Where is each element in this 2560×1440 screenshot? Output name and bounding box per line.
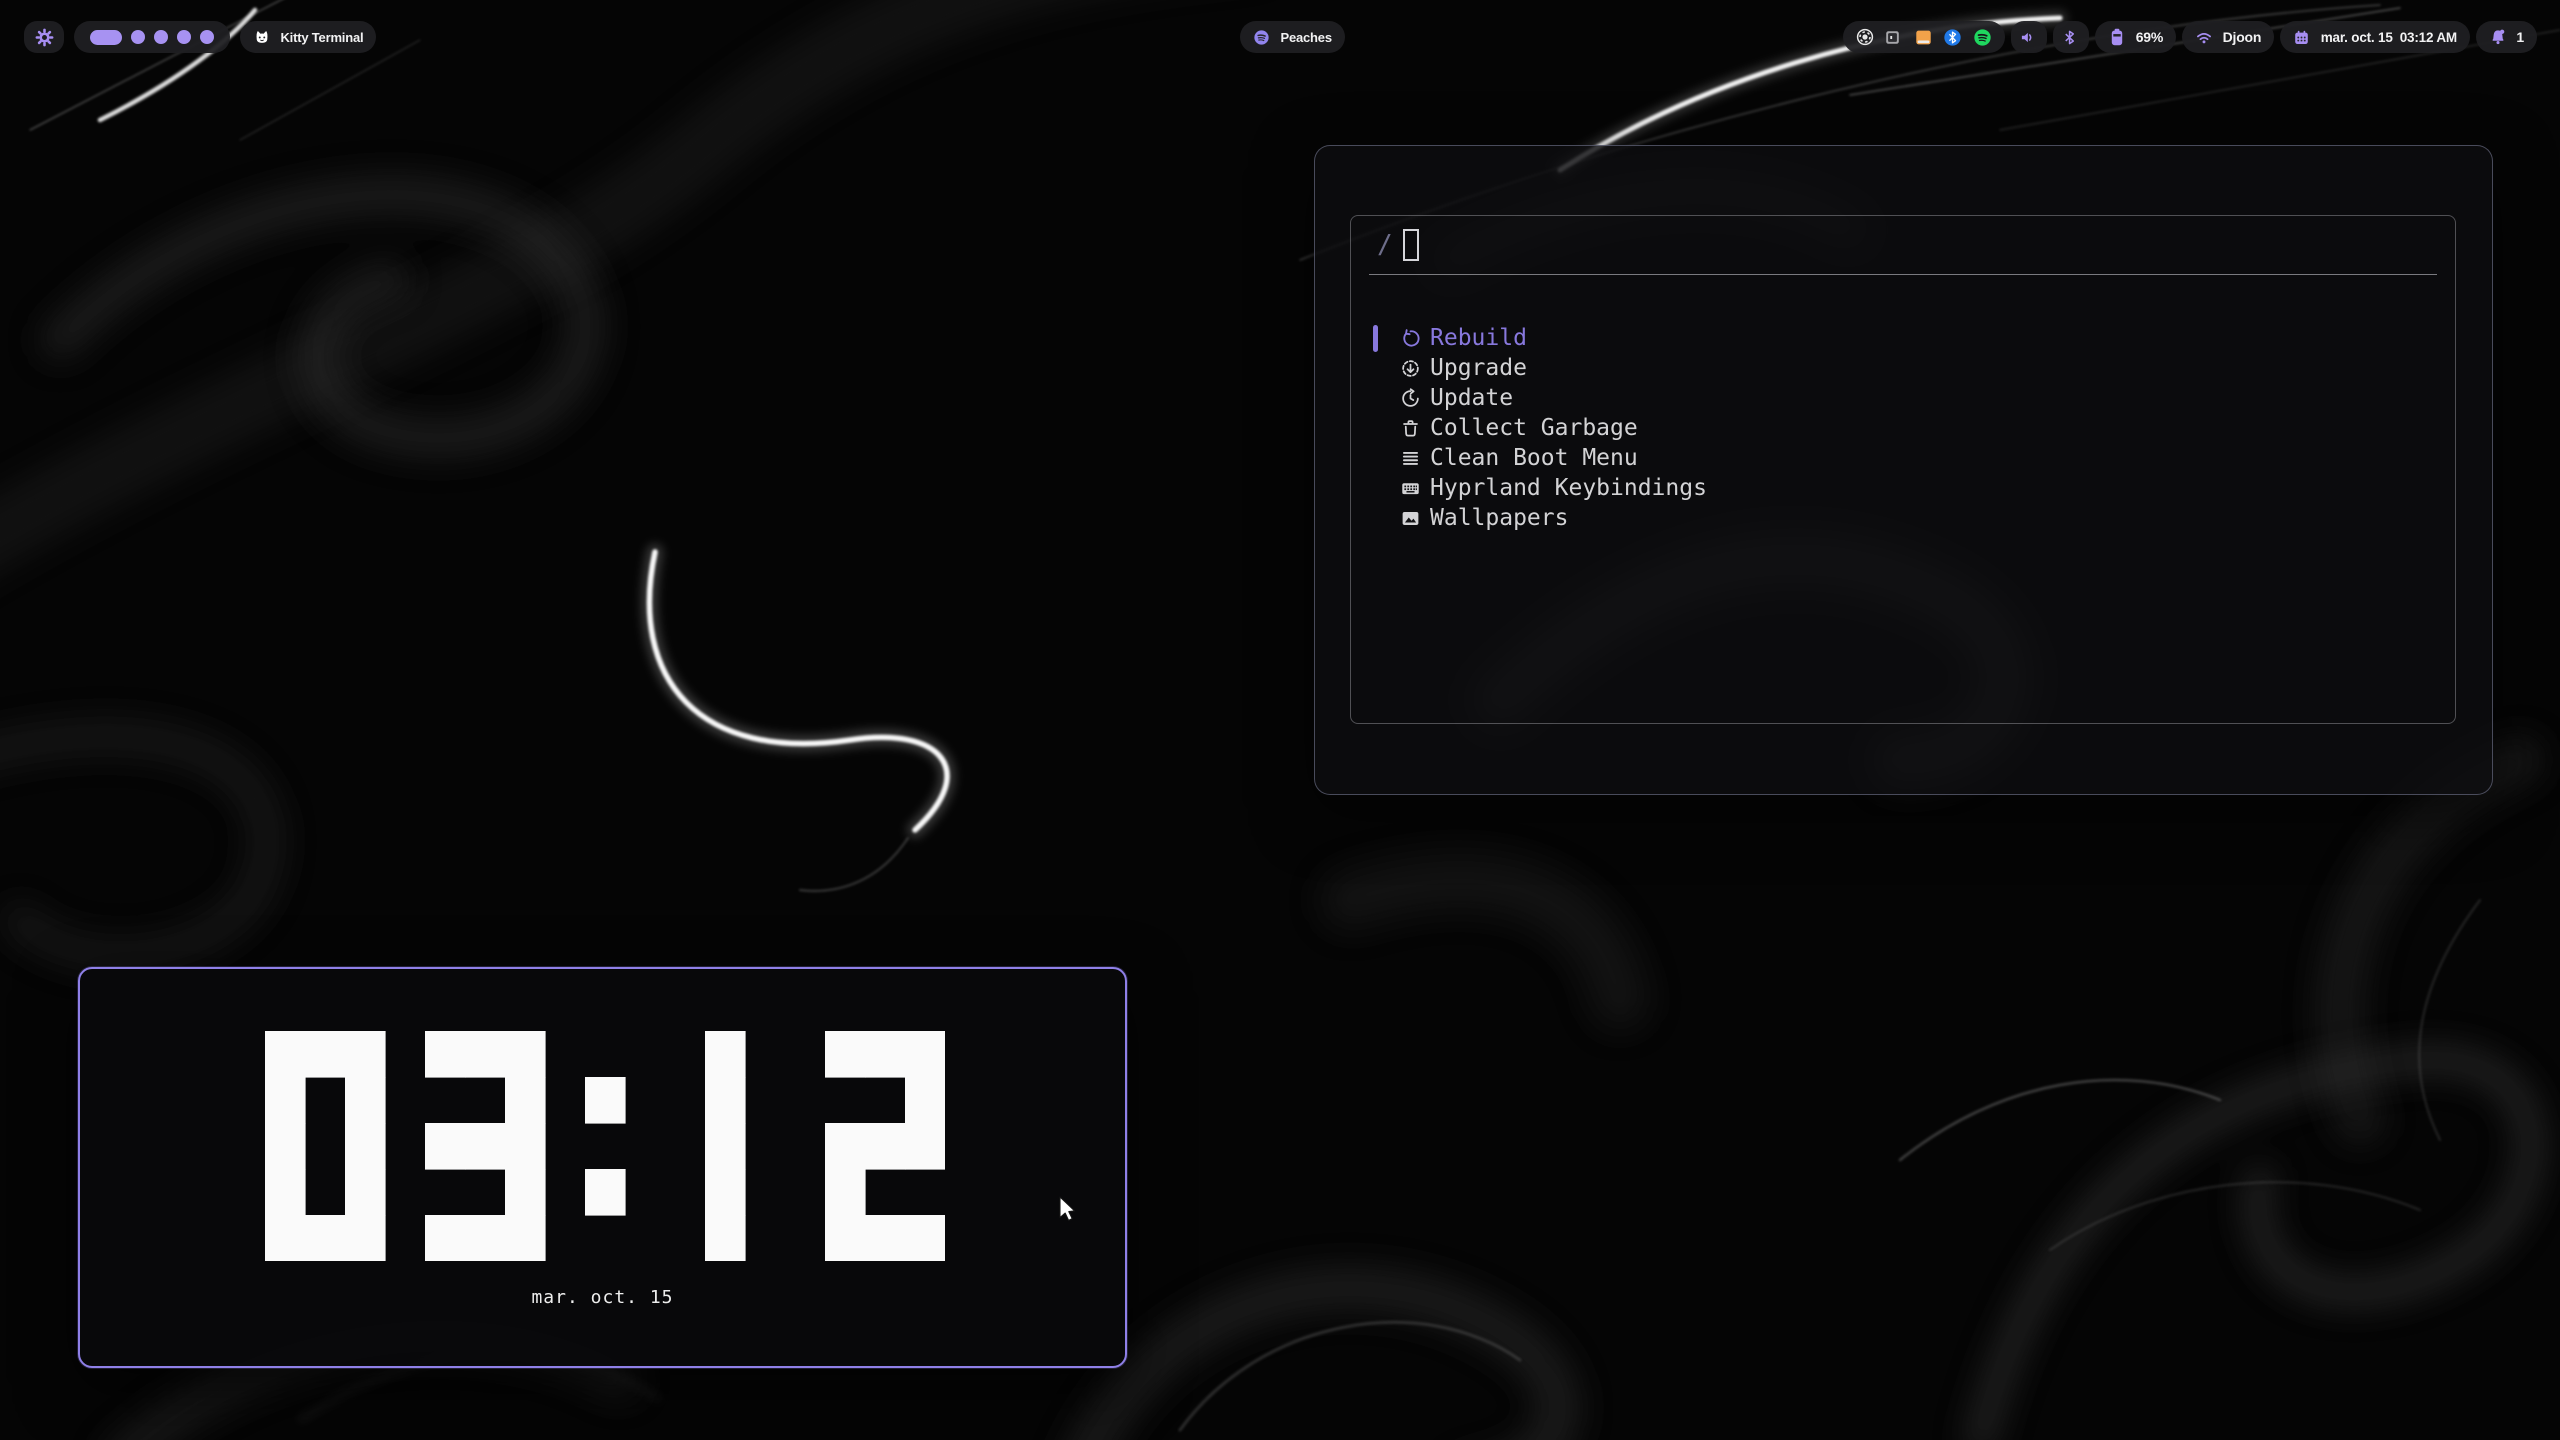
network-ssid: Djoon (2223, 29, 2262, 45)
nix-menu-button[interactable] (24, 21, 64, 53)
media-pill[interactable]: Peaches (1240, 21, 1345, 53)
bluetooth-icon (2061, 0, 2081, 76)
launcher-panel: / Rebuild Upgrade Update Collect Garbage Cle… (1314, 145, 2493, 795)
topbar-left: Kitty Terminal (24, 21, 376, 53)
selection-indicator (1373, 385, 1378, 412)
mouse-cursor (1058, 1196, 1082, 1224)
shutter-icon[interactable] (1855, 0, 1875, 77)
menu-item-update[interactable]: Update (1351, 383, 2455, 413)
selection-indicator (1373, 325, 1378, 352)
text-cursor (1403, 229, 1419, 261)
clock-widget: mar. oct. 15 (78, 967, 1127, 1368)
menu-item-collect-garbage[interactable]: Collect Garbage (1351, 413, 2455, 443)
refresh-icon (1400, 328, 1421, 349)
workspace-active[interactable] (90, 30, 122, 45)
menu-item-label: Clean Boot Menu (1430, 445, 1638, 471)
menu-item-label: Update (1430, 385, 1513, 411)
datetime-label: mar. oct. 15 03:12 AM (2321, 30, 2457, 45)
spotify-icon (1253, 0, 1273, 76)
prompt-symbol: / (1377, 230, 1393, 260)
launcher-search-row[interactable]: / (1351, 216, 2455, 274)
notification-count: 1 (2516, 29, 2524, 45)
volume-pill[interactable] (2011, 21, 2047, 53)
active-window-title: Kitty Terminal (280, 30, 363, 45)
menu-item-hyprland-keybindings[interactable]: Hyprland Keybindings (1351, 473, 2455, 503)
menu-item-rebuild[interactable]: Rebuild (1351, 323, 2455, 353)
workspace-dot[interactable] (154, 30, 168, 44)
bluetooth-pill[interactable] (2053, 21, 2089, 53)
spotify-badge-icon[interactable] (1973, 0, 1993, 77)
download-circle-icon (1400, 358, 1421, 379)
clock-date: mar. oct. 15 (80, 1287, 1125, 1308)
bluetooth-badge-icon[interactable] (1943, 0, 1963, 77)
media-track-title: Peaches (1280, 30, 1331, 45)
image-icon (1400, 508, 1421, 529)
workspace-dot[interactable] (131, 30, 145, 44)
topbar-media: Peaches (1240, 21, 1345, 53)
cat-icon (253, 0, 273, 76)
network-pill[interactable]: Djoon (2182, 21, 2274, 53)
topbar-right: 69% Djoon mar. (1843, 21, 2537, 53)
selection-indicator (1373, 505, 1378, 532)
keyboard-icon (1400, 478, 1421, 499)
trash-icon (1400, 418, 1421, 439)
history-icon (1400, 388, 1421, 409)
menu-item-label: Wallpapers (1430, 505, 1568, 531)
speaker-icon (2019, 0, 2039, 76)
menu-item-upgrade[interactable]: Upgrade (1351, 353, 2455, 383)
datetime-pill[interactable]: mar. oct. 15 03:12 AM (2280, 21, 2470, 53)
active-window-pill[interactable]: Kitty Terminal (240, 21, 376, 53)
wifi-icon (2195, 0, 2215, 76)
menu-item-clean-boot-menu[interactable]: Clean Boot Menu (1351, 443, 2455, 473)
menu-item-wallpapers[interactable]: Wallpapers (1351, 503, 2455, 533)
menu-item-label: Upgrade (1430, 355, 1527, 381)
battery-percent: 69% (2136, 29, 2163, 45)
selection-indicator (1373, 445, 1378, 472)
battery-icon (2108, 0, 2128, 77)
system-tray-pill (1843, 21, 2005, 53)
launcher-inner-box: / Rebuild Upgrade Update Collect Garbage Cle… (1350, 215, 2456, 724)
battery-pill[interactable]: 69% (2095, 21, 2176, 53)
search-separator (1369, 274, 2437, 275)
workspaces-pill (74, 21, 230, 53)
menu-item-label: Collect Garbage (1430, 415, 1638, 441)
gear-snowflake-icon (33, 0, 56, 79)
clock-time-display (265, 1031, 945, 1261)
launcher-menu-list: Rebuild Upgrade Update Collect Garbage Clean… (1351, 323, 2455, 533)
list-icon (1400, 448, 1421, 469)
files-icon[interactable] (1914, 0, 1934, 77)
workspace-dot[interactable] (177, 30, 191, 44)
notifications-pill[interactable]: 1 (2476, 21, 2537, 53)
selection-indicator (1373, 355, 1378, 382)
menu-item-label: Rebuild (1430, 325, 1527, 351)
app-window-icon[interactable] (1884, 0, 1904, 76)
calendar-icon (2293, 0, 2313, 76)
selection-indicator (1373, 415, 1378, 442)
bell-icon (2489, 0, 2509, 76)
selection-indicator (1373, 475, 1378, 502)
menu-item-label: Hyprland Keybindings (1430, 475, 1707, 501)
workspace-dot[interactable] (200, 30, 214, 44)
